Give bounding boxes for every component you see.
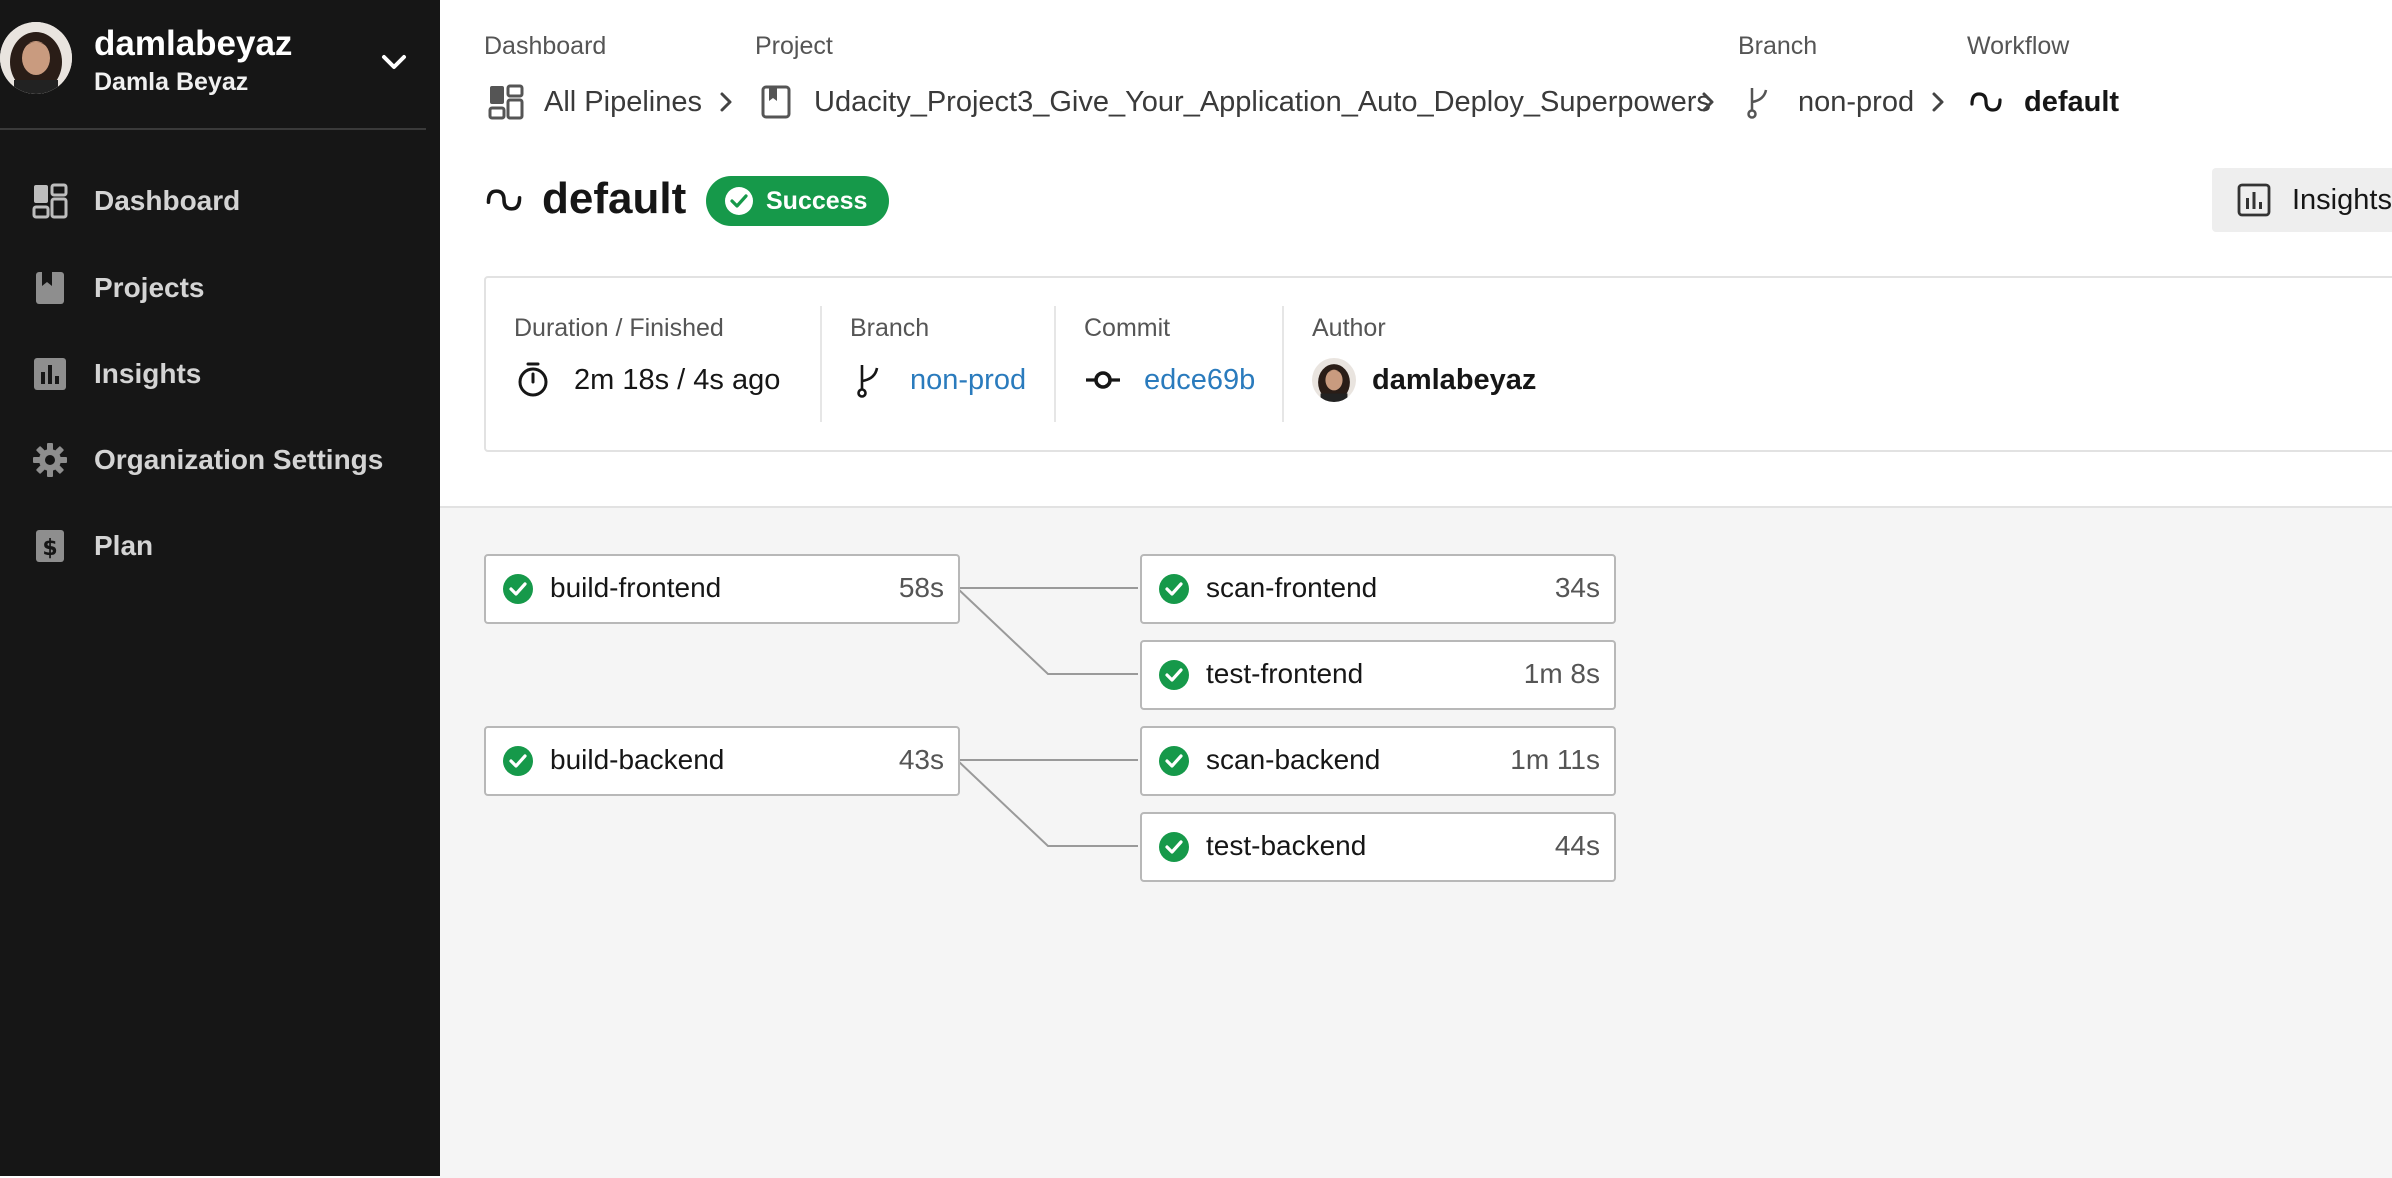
workflow-icon [1970,92,2002,112]
breadcrumb-project[interactable]: Udacity_Project3_Give_Your_Application_A… [758,82,1711,122]
sidebar-item-label: Organization Settings [94,444,384,475]
plan-icon: $ [36,530,64,562]
sidebar-item-label: Projects [94,272,205,303]
insights-icon [34,358,66,390]
page-title: default [542,174,687,223]
breadcrumb-all-pipelines[interactable]: All Pipelines [488,82,702,122]
divider [820,306,822,422]
dashboard-icon [488,84,524,120]
check-circle-icon [503,574,533,604]
breadcrumb-text: All Pipelines [544,85,702,118]
sidebar-item-projects[interactable]: Projects [0,253,426,323]
job-scan-frontend[interactable]: scan-frontend 34s [1140,554,1616,624]
breadcrumb-dashboard-label: Dashboard [484,32,607,60]
author-avatar [1312,358,1356,402]
user-full-name: Damla Beyaz [94,68,249,96]
commit-icon [1086,371,1120,389]
project-icon [761,85,791,119]
user-switcher[interactable]: damlabeyaz Damla Beyaz [0,0,426,130]
user-avatar [0,22,72,94]
workflow-icon [486,189,522,211]
job-duration: 44s [1554,830,1600,861]
breadcrumb-branch-label: Branch [1738,32,1818,60]
sidebar: damlabeyaz Damla Beyaz Dashboard Project… [0,0,440,1176]
breadcrumb-workflow[interactable]: default [1968,82,2119,122]
summary-commit-value[interactable]: edce69b [1144,364,1255,397]
breadcrumb-text: Udacity_Project3_Give_Your_Application_A… [814,85,1711,118]
divider [1054,306,1056,422]
projects-icon [36,272,64,304]
job-build-backend[interactable]: build-backend 43s [484,726,960,796]
breadcrumb-branch[interactable]: non-prod [1742,82,1914,122]
summary-commit-label: Commit [1084,314,1171,342]
job-build-frontend[interactable]: build-frontend 58s [484,554,960,624]
summary-author-value: damlabeyaz [1372,363,1537,396]
check-circle-icon [503,746,533,776]
check-circle-icon [1159,746,1189,776]
job-test-backend[interactable]: test-backend 44s [1140,812,1616,882]
job-name: scan-backend [1206,744,1381,775]
sidebar-item-organization-settings[interactable]: Organization Settings [0,425,426,495]
summary-branch-value[interactable]: non-prod [910,364,1026,397]
check-circle-icon [1159,574,1189,604]
workflow-graph: build-frontend 58s scan-frontend 34s tes… [440,506,2392,1178]
job-duration: 1m 11s [1510,744,1600,775]
job-name: scan-frontend [1206,572,1378,603]
sidebar-item-label: Plan [94,530,154,561]
check-circle-icon [1159,660,1189,690]
timer-icon [518,362,548,397]
branch-icon [857,365,879,398]
breadcrumb-text: non-prod [1798,85,1915,118]
svg-text:$: $ [42,536,57,561]
job-scan-backend[interactable]: scan-backend 1m 11s [1140,726,1616,796]
job-name: test-frontend [1206,658,1364,689]
insights-icon [2237,183,2271,217]
check-circle-icon [1159,832,1189,862]
divider [1282,306,1284,422]
breadcrumb-workflow-label: Workflow [1967,32,2070,60]
chevron-down-icon[interactable] [376,44,412,80]
job-duration: 58s [898,572,944,603]
sidebar-item-dashboard[interactable]: Dashboard [0,166,426,236]
breadcrumb-text: default [2024,85,2120,118]
job-name: test-backend [1206,830,1367,861]
check-circle-icon [725,187,753,215]
chevron-right-icon [1702,92,1714,112]
sidebar-item-insights[interactable]: Insights [0,339,426,409]
summary-author-value-row: damlabeyaz [1312,358,1536,402]
sidebar-item-plan[interactable]: $ Plan [0,511,426,581]
sidebar-item-label: Insights [94,358,202,389]
job-duration: 34s [1554,572,1600,603]
workflow-summary-card: Duration / Finished 2m 18s / 4s ago Bran… [484,276,2392,452]
summary-duration-value-row: 2m 18s / 4s ago [514,358,780,402]
summary-branch-label: Branch [850,314,930,342]
dashboard-icon [32,183,68,219]
job-duration: 1m 8s [1523,658,1600,689]
sidebar-item-label: Dashboard [94,185,241,216]
insights-button[interactable]: Insights [2212,168,2392,232]
chevron-right-icon [1932,92,1944,112]
chevron-right-icon [720,92,732,112]
status-badge: Success [706,176,890,226]
summary-duration-value: 2m 18s / 4s ago [574,363,781,396]
job-duration: 43s [898,744,944,775]
gear-icon [33,443,67,477]
job-name: build-backend [550,744,725,775]
summary-commit-link[interactable]: edce69b [1084,358,1255,402]
summary-duration-label: Duration / Finished [514,314,724,342]
breadcrumb-project-label: Project [755,32,833,60]
summary-author-label: Author [1312,314,1386,342]
branch-icon [1747,88,1768,119]
job-name: build-frontend [550,572,722,603]
user-username: damlabeyaz [94,24,293,63]
job-test-frontend[interactable]: test-frontend 1m 8s [1140,640,1616,710]
summary-branch-link[interactable]: non-prod [850,358,1026,402]
insights-button-label: Insights [2292,183,2392,216]
status-badge-label: Success [766,186,868,215]
